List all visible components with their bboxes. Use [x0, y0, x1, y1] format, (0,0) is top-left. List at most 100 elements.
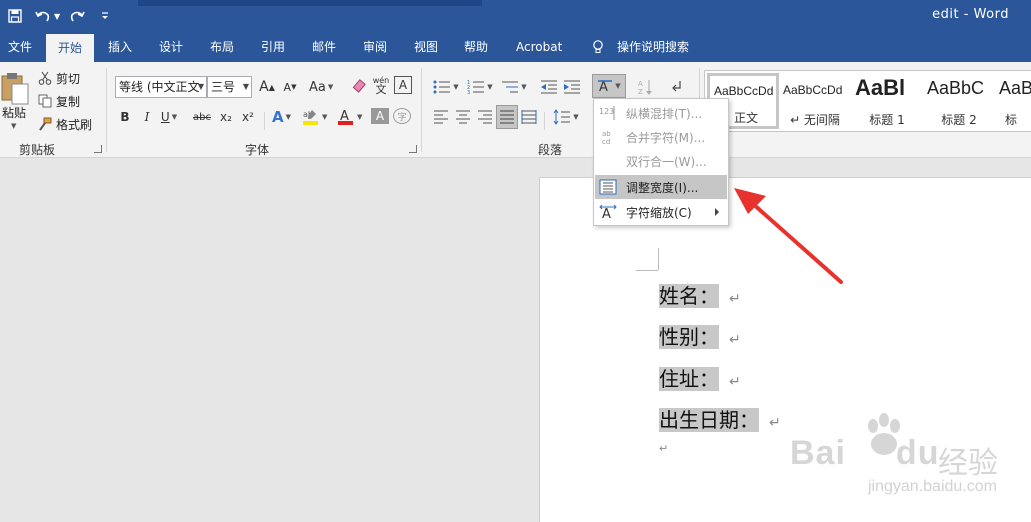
char-scale-icon: A: [598, 203, 618, 221]
chevron-down-icon: ▼: [197, 82, 204, 91]
superscript-button[interactable]: x²: [239, 106, 257, 128]
strikethrough-button[interactable]: abc: [193, 106, 211, 128]
style-no-spacing[interactable]: AaBbCcDd ↵ 无间隔: [779, 73, 851, 129]
paragraph-mark: ↵: [769, 415, 781, 431]
subscript-button[interactable]: x₂: [217, 106, 235, 128]
save-button[interactable]: [4, 5, 26, 27]
tab-review[interactable]: 审阅: [355, 32, 395, 62]
enclose-chars-label: 字: [397, 112, 407, 123]
tab-design[interactable]: 设计: [151, 32, 191, 62]
style-heading-2[interactable]: AaBbC 标题 2: [923, 73, 995, 129]
format-painter-button[interactable]: 格式刷: [38, 114, 92, 134]
doc-line-text: 住址：: [659, 367, 719, 391]
char-shading-button[interactable]: A: [371, 108, 389, 124]
style-preview: AaBbCcDd: [783, 83, 843, 97]
paste-button[interactable]: [0, 70, 30, 130]
menu-item-vertical-horizontal[interactable]: 123 纵横混排(T)...: [595, 101, 727, 125]
doc-line-name[interactable]: 姓名： ↵: [659, 280, 741, 309]
doc-line-text: 出生日期：: [659, 408, 759, 432]
decrease-indent-button[interactable]: [540, 76, 558, 98]
submenu-arrow-icon: [715, 208, 719, 216]
style-name: ↵ 无间隔: [790, 113, 840, 127]
style-preview: AaB: [999, 78, 1031, 98]
combine-chars-icon: ab cd: [598, 128, 618, 146]
sort-button[interactable]: AZ: [636, 76, 654, 98]
phonetic-guide-button[interactable]: wén 文: [372, 74, 390, 96]
tab-references[interactable]: 引用: [253, 32, 293, 62]
copy-icon: [38, 94, 52, 108]
bold-button[interactable]: B: [116, 106, 134, 128]
redo-icon: [71, 11, 85, 22]
char-border-button[interactable]: A: [394, 76, 412, 94]
font-size-combo[interactable]: 三号 ▼: [207, 76, 252, 98]
font-color-button[interactable]: A ▼: [337, 106, 362, 128]
lightbulb-icon: [593, 40, 603, 53]
svg-text:3: 3: [467, 90, 470, 94]
underline-button[interactable]: U ▼: [160, 106, 178, 128]
format-painter-label: 格式刷: [56, 117, 93, 132]
inner-separator: [264, 112, 265, 130]
menu-item-two-lines[interactable]: 双行合一(W)...: [595, 149, 727, 173]
menu-item-combine-chars[interactable]: ab cd 合并字符(M)...: [595, 125, 727, 149]
align-center-button[interactable]: [454, 106, 472, 128]
bullet-list-icon: [433, 80, 451, 94]
style-title[interactable]: AaB 标: [995, 73, 1031, 129]
tab-acrobat[interactable]: Acrobat: [508, 32, 570, 62]
paste-dropdown-icon[interactable]: ▼: [11, 122, 16, 130]
menu-item-label: 字符缩放(C): [626, 205, 692, 220]
shrink-font-button[interactable]: A ▼: [281, 76, 299, 98]
line-spacing-button[interactable]: ▼: [552, 106, 580, 128]
show-marks-button[interactable]: [668, 76, 686, 98]
customize-qat-button[interactable]: [94, 5, 116, 27]
distributed-button[interactable]: [520, 106, 538, 128]
increase-indent-button[interactable]: [563, 76, 581, 98]
justify-button[interactable]: [496, 105, 518, 129]
doc-line-gender[interactable]: 性别： ↵: [659, 321, 741, 350]
tab-mailings[interactable]: 邮件: [304, 32, 344, 62]
copy-button[interactable]: 复制: [38, 91, 80, 111]
increase-indent-icon: [564, 80, 580, 94]
cut-button[interactable]: 剪切: [38, 68, 80, 88]
align-right-button[interactable]: [476, 106, 494, 128]
tell-me-search[interactable]: 操作说明搜索: [609, 32, 697, 62]
svg-text:A: A: [602, 207, 611, 220]
strikethrough-label: abc: [193, 111, 211, 123]
multilevel-list-button[interactable]: ▼: [500, 76, 528, 98]
undo-dropdown-icon[interactable]: ▼: [54, 12, 60, 21]
bullets-button[interactable]: ▼: [432, 76, 460, 98]
style-heading-1[interactable]: AaBl 标题 1: [851, 73, 923, 129]
numbering-button[interactable]: 1 2 3 ▼: [466, 76, 494, 98]
menu-item-fit-text[interactable]: 调整宽度(I)...: [595, 175, 727, 199]
align-left-button[interactable]: [432, 106, 450, 128]
redo-button[interactable]: [66, 5, 88, 27]
save-icon: [8, 9, 22, 23]
doc-line-address[interactable]: 住址： ↵: [659, 363, 741, 392]
highlight-color-button[interactable]: ab ▼: [302, 106, 327, 128]
change-case-button[interactable]: Aa ▼: [309, 76, 333, 98]
tab-help[interactable]: 帮助: [456, 32, 496, 62]
undo-button[interactable]: [32, 5, 54, 27]
asian-layout-button[interactable]: A ▼: [592, 74, 626, 98]
enclose-chars-button[interactable]: 字: [393, 108, 411, 124]
group-separator: [106, 68, 107, 152]
grow-font-button[interactable]: A ▲: [258, 76, 276, 98]
font-launcher-icon[interactable]: [409, 145, 417, 153]
clear-formatting-button[interactable]: [350, 76, 368, 98]
font-name-combo[interactable]: 等线 (中文正文 ▼: [115, 76, 207, 98]
italic-button[interactable]: I: [138, 106, 156, 128]
tab-home[interactable]: 开始: [46, 34, 95, 62]
clipboard-launcher-icon[interactable]: [94, 145, 102, 153]
menu-item-char-scale[interactable]: A 字符缩放(C): [595, 200, 727, 224]
svg-text:123: 123: [599, 107, 614, 116]
tab-insert[interactable]: 插入: [100, 32, 140, 62]
menu-item-label: 纵横混排(T)...: [626, 106, 703, 121]
distributed-icon: [521, 110, 537, 124]
tab-layout[interactable]: 布局: [202, 32, 242, 62]
change-case-label: Aa: [309, 79, 326, 95]
tab-file[interactable]: 文件: [0, 32, 40, 62]
char-border-label: A: [398, 78, 408, 92]
text-effects-button[interactable]: A ▼: [272, 106, 291, 128]
doc-line-birthdate[interactable]: 出生日期： ↵: [659, 404, 781, 433]
highlighter-icon: ab: [303, 110, 318, 125]
tab-view[interactable]: 视图: [406, 32, 446, 62]
